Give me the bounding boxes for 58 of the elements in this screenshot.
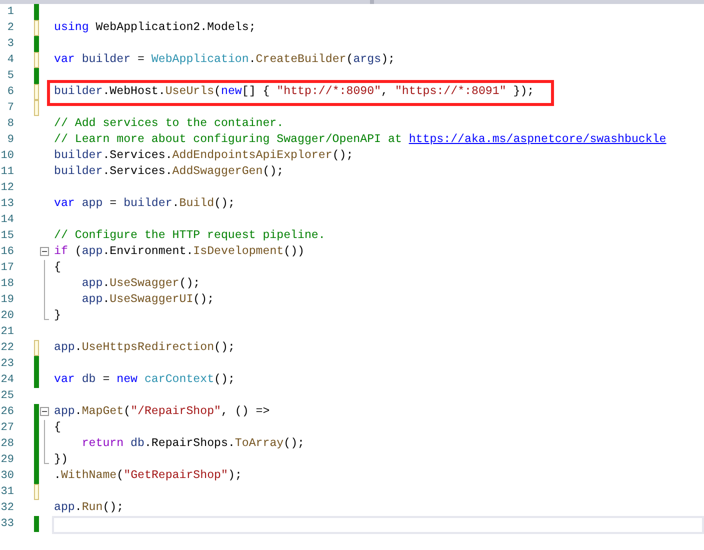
line-number: 26: [0, 405, 14, 420]
code-line: }: [54, 309, 61, 322]
code-line: app.UseSwagger();: [80, 277, 200, 290]
collapse-icon[interactable]: [40, 247, 49, 256]
code-line: app.UseSwaggerUI();: [80, 293, 214, 306]
code-line: .WithName("GetRepairShop");: [54, 469, 242, 482]
line-number: 22: [0, 341, 14, 356]
line-number: 14: [0, 213, 14, 228]
code-line: app.Run();: [54, 501, 124, 514]
line-number: 13: [0, 197, 14, 212]
code-line: builder.WebHost.UseUrls(new[] { "http://*:8090", "https://*:8091" });: [54, 85, 534, 98]
code-line: app.MapGet("/RepairShop", () =>: [54, 405, 270, 418]
line-number: 19: [0, 293, 14, 308]
line-number: 12: [0, 181, 14, 196]
code-line: // Configure the HTTP request pipeline.: [54, 229, 326, 242]
code-line: // Learn more about configuring Swagger/OpenAPI at https://aka.ms/aspnetcore/swashbuckle: [54, 133, 666, 146]
code-line: {: [54, 421, 61, 434]
code-line: builder.Services.AddSwaggerGen();: [54, 165, 284, 178]
line-number: 7: [6, 101, 14, 116]
line-number: 10: [0, 149, 14, 164]
line-number: 33: [0, 517, 14, 532]
line-number: 25: [0, 389, 14, 404]
line-number: 18: [0, 277, 14, 292]
line-number: 11: [0, 165, 14, 180]
link[interactable]: https://aka.ms/aspnetcore/swashbuckle: [408, 133, 666, 146]
code-line: builder.Services.AddEndpointsApiExplorer();: [54, 149, 354, 162]
code-line: return db.RepairShops.ToArray();: [80, 437, 304, 450]
code-line: {: [54, 261, 61, 274]
line-number: 32: [0, 501, 14, 516]
code-line: app.UseHttpsRedirection();: [54, 341, 235, 354]
line-number: 30: [0, 469, 14, 484]
line-number: 29: [0, 453, 14, 468]
line-number: 5: [6, 69, 14, 84]
line-number: 8: [6, 117, 14, 132]
line-number: 27: [0, 421, 14, 436]
line-number: 9: [6, 133, 14, 148]
line-number: 17: [0, 261, 14, 276]
code-line: var db = new carContext();: [54, 373, 235, 386]
line-number: 3: [6, 37, 14, 52]
code-line: }): [54, 453, 68, 466]
line-number: 20: [0, 309, 14, 324]
line-number: 28: [0, 437, 14, 452]
line-number: 23: [0, 357, 14, 372]
line-number: 4: [6, 53, 14, 68]
line-number: 24: [0, 373, 14, 388]
code-line: // Add services to the container.: [54, 117, 284, 130]
code-line: var builder = WebApplication.CreateBuilder(args);: [54, 53, 395, 66]
collapse-icon[interactable]: [40, 407, 49, 416]
line-number: 1: [6, 5, 14, 20]
line-number: 16: [0, 245, 14, 260]
line-number: 21: [0, 325, 14, 340]
line-number: 31: [0, 485, 14, 500]
line-number: 2: [6, 21, 14, 36]
line-number: 6: [6, 85, 14, 100]
code-line: if (app.Environment.IsDevelopment()): [54, 245, 304, 258]
code-line: using WebApplication2.Models;: [54, 21, 256, 34]
code-line: var app = builder.Build();: [54, 197, 235, 210]
line-number: 15: [0, 229, 14, 244]
